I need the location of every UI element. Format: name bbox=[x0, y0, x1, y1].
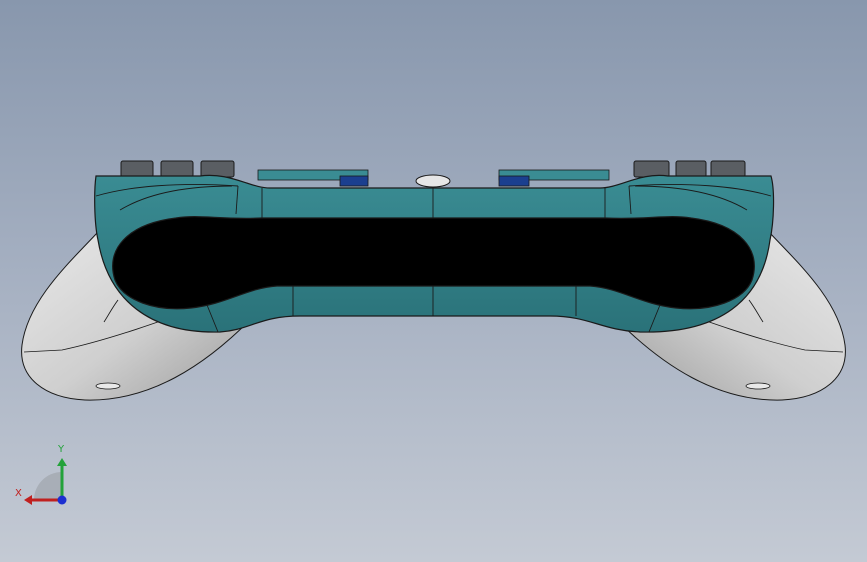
triad-plane-shade bbox=[34, 472, 62, 500]
home-button[interactable] bbox=[415, 174, 451, 188]
x-axis-arrow-icon bbox=[24, 495, 32, 505]
axis-triad: X Y bbox=[15, 444, 67, 505]
z-axis-dot-icon bbox=[57, 495, 67, 505]
y-axis-arrow-icon bbox=[57, 458, 67, 466]
y-axis-label: Y bbox=[57, 444, 65, 455]
left-grip-vent bbox=[95, 382, 121, 390]
right-grip-vent bbox=[745, 382, 771, 390]
x-axis-label: X bbox=[15, 488, 22, 499]
graphics-viewport[interactable]: X Y bbox=[0, 0, 867, 562]
controller-model[interactable] bbox=[0, 0, 867, 562]
